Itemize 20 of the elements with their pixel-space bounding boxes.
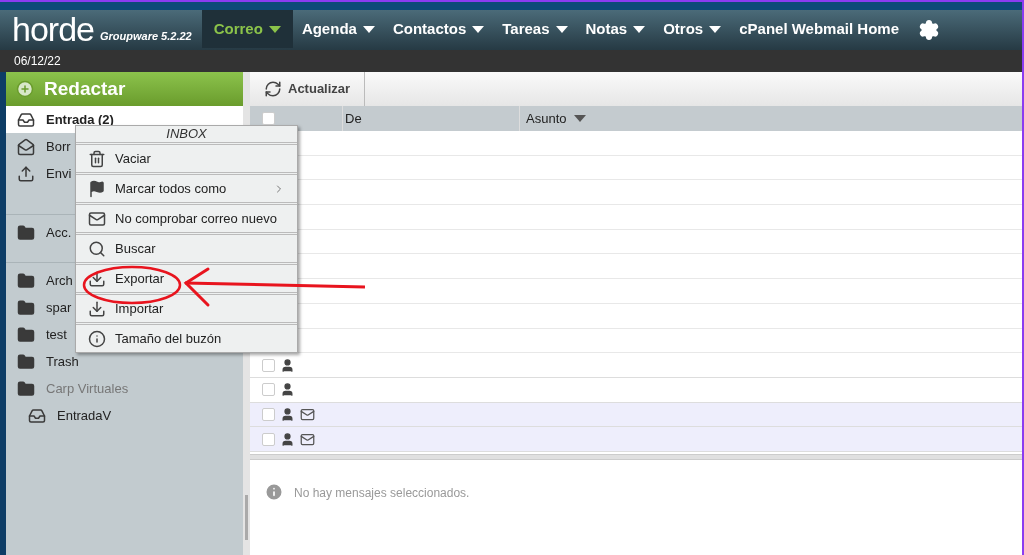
date-label: 06/12/22 [14,53,61,70]
folder-label: EntradaV [57,406,112,425]
menu-item-label: Tamaño del buzón [115,329,223,348]
product-version: Groupware 5.2.22 [99,28,192,44]
menu-item-label: Marcar todos como [115,179,228,198]
folder-label: Carp Virtuales [46,379,129,398]
folder-label: spar [46,298,72,317]
folder-label: test [46,325,67,344]
folder-label: Borr [46,137,71,156]
empty-preview-message: No hay mensajes seleccionados. [294,484,470,502]
menu-item-label: Buscar [115,239,157,258]
folder-label: Envi [46,164,72,183]
menu-item-label: Vaciar [115,149,152,168]
menu-item-label: No comprobar correo nuevo [115,209,278,228]
folder-label: Acc. [46,223,72,242]
folder-label: Trash [46,352,79,371]
menu-item-label: Importar [115,299,165,318]
logo: horde [12,12,94,46]
menu-item-label: Exportar [115,269,166,288]
folder-label: Arch [46,271,73,290]
